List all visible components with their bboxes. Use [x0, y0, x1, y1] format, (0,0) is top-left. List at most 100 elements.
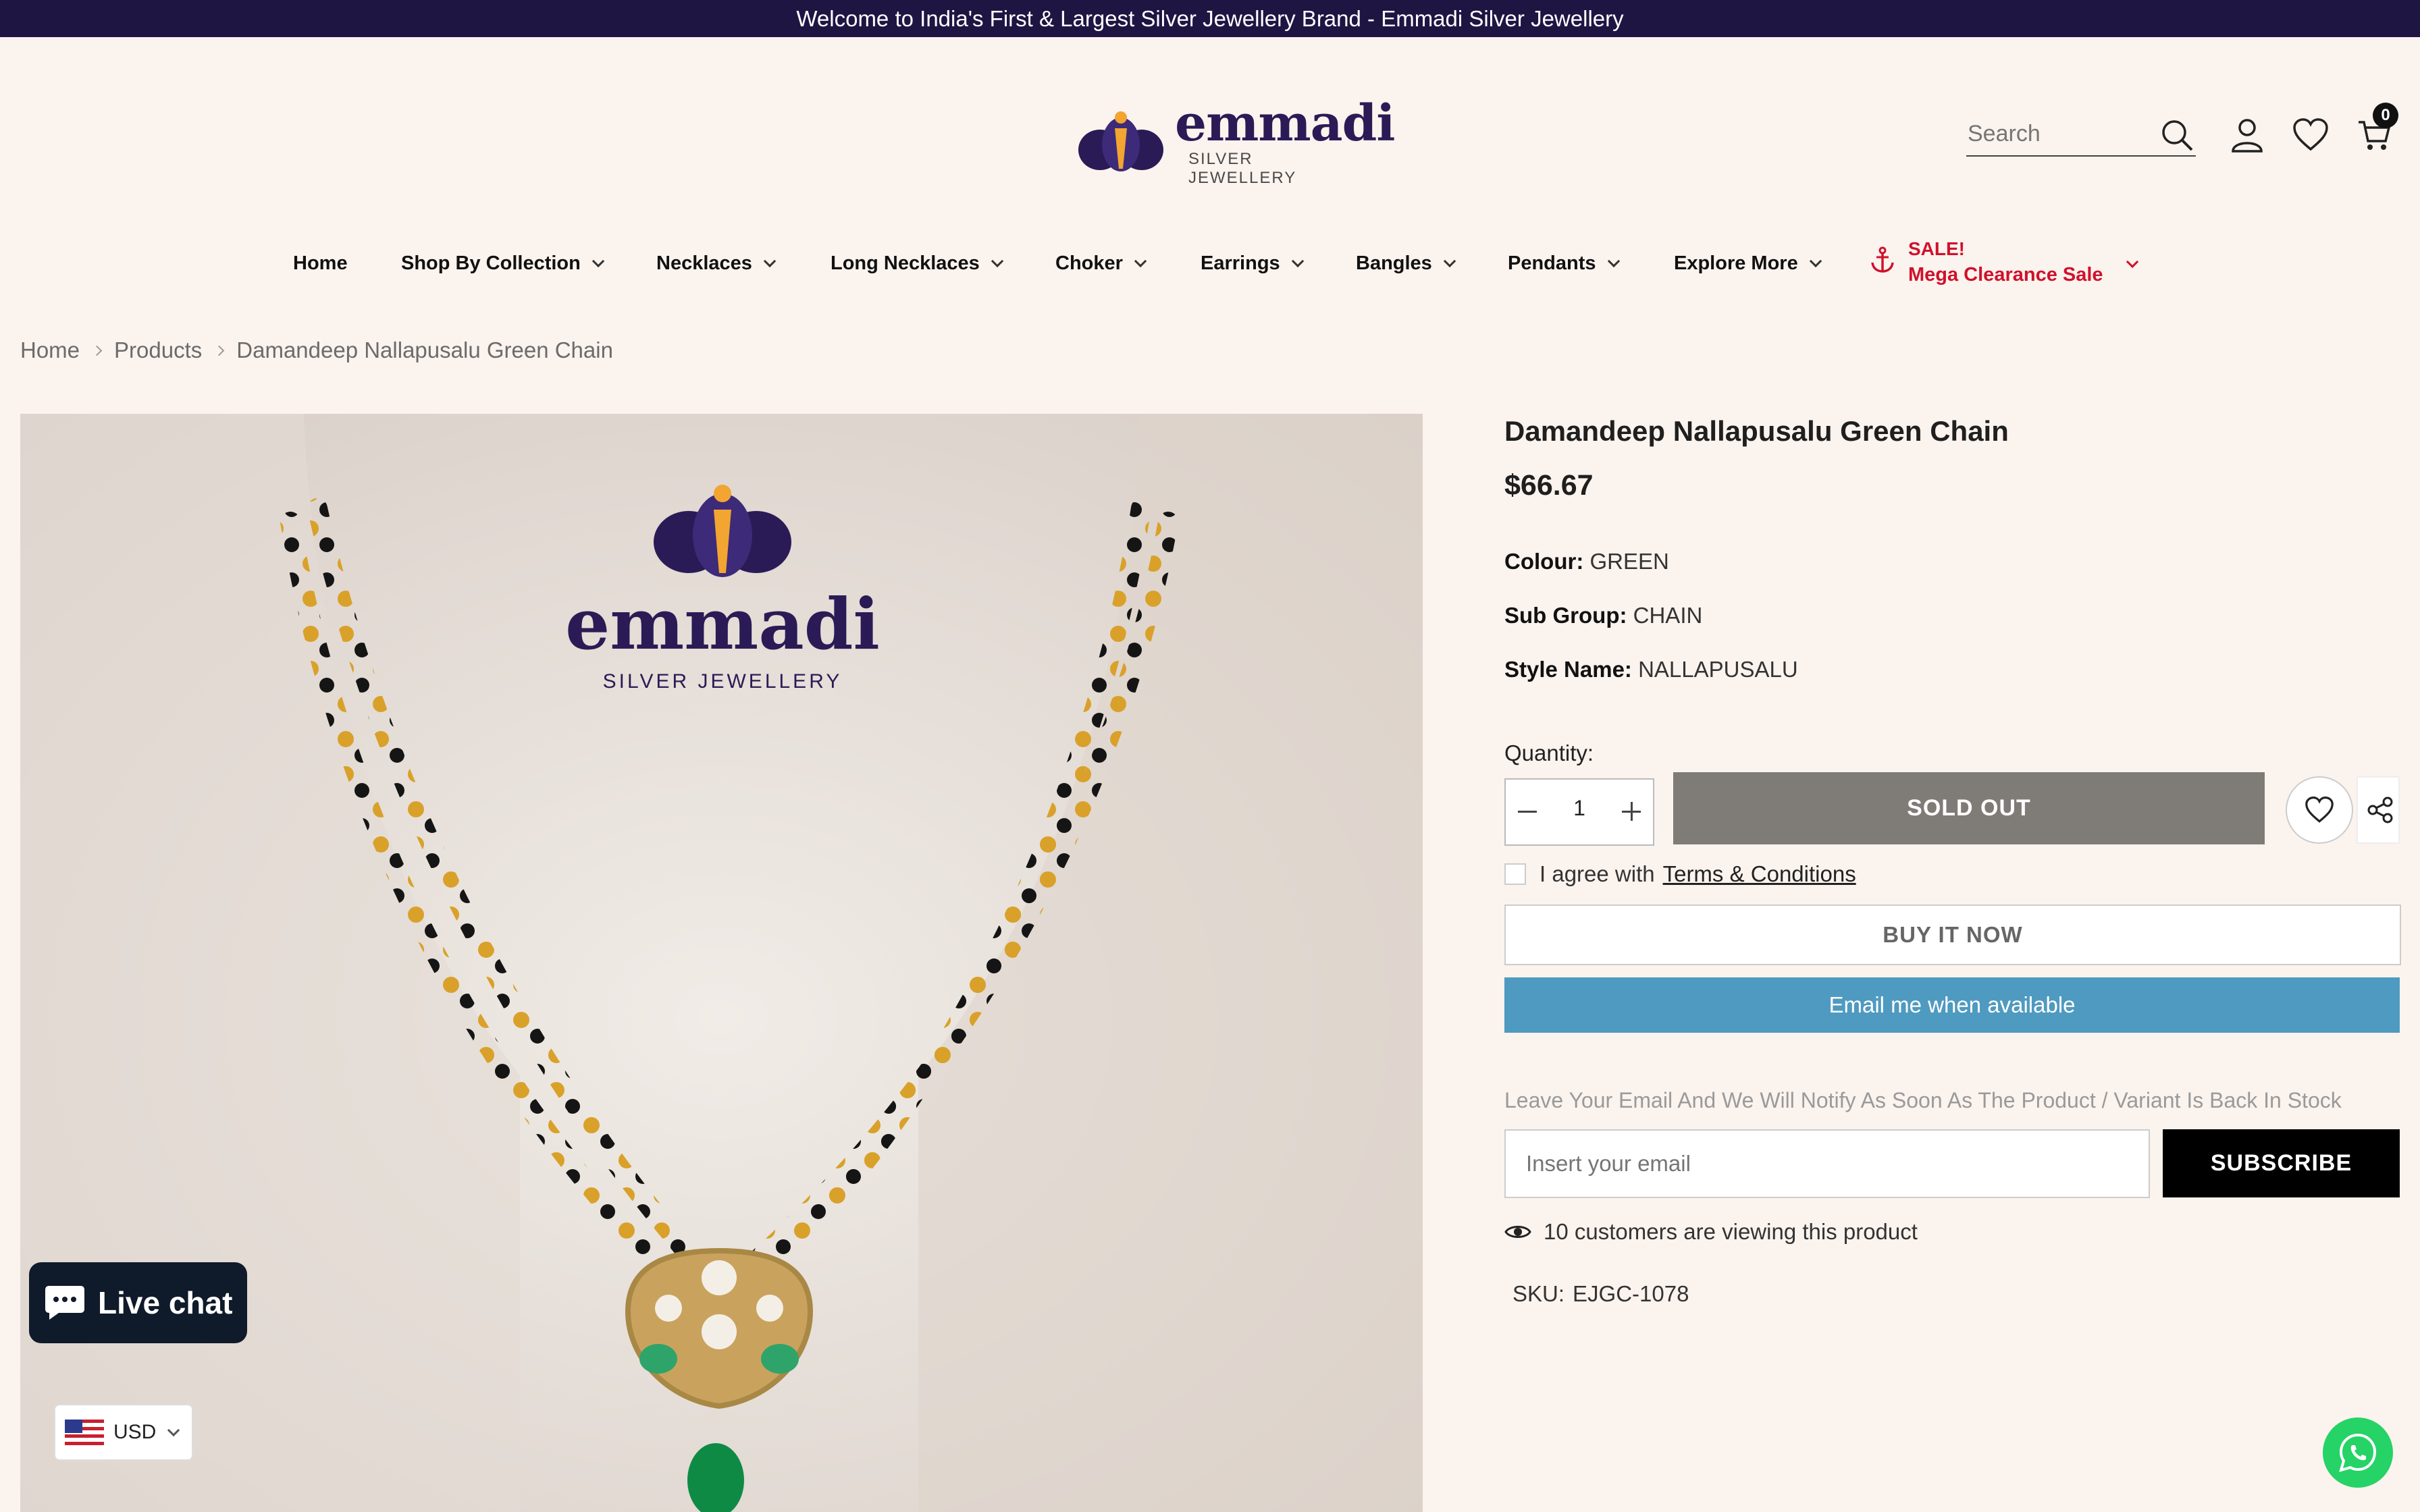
anchor-icon — [1871, 246, 1894, 273]
lotus-logo-icon — [654, 485, 791, 577]
account-button[interactable] — [2227, 115, 2267, 155]
live-chat-button[interactable]: Live chat — [29, 1262, 247, 1343]
breadcrumb-home[interactable]: Home — [20, 338, 80, 363]
chevron-down-icon — [1809, 254, 1822, 267]
decrease-quantity-button[interactable] — [1518, 811, 1537, 813]
nav-item-shop-by-collection[interactable]: Shop By Collection — [401, 240, 605, 287]
live-chat-label: Live chat — [98, 1285, 233, 1320]
cart-count-badge: 0 — [2373, 103, 2398, 128]
watermark-tagline: SILVER JEWELLERY — [602, 670, 843, 693]
nav-item-explore-more[interactable]: Explore More — [1674, 240, 1822, 287]
quantity-stepper: 1 — [1504, 778, 1654, 846]
chevron-down-icon — [167, 1424, 180, 1436]
breadcrumb: Home Products Damandeep Nallapusalu Gree… — [20, 338, 613, 363]
terms-agreement: I agree with Terms & Conditions — [1504, 861, 1856, 888]
email-input[interactable] — [1506, 1131, 2149, 1197]
attribute-sub-group: Sub Group: CHAIN — [1504, 603, 1702, 628]
chevron-down-icon — [1443, 254, 1456, 267]
brand-tagline: SILVER JEWELLERY — [1188, 150, 1297, 187]
search-input[interactable] — [1966, 117, 2151, 150]
chevron-right-icon — [91, 345, 103, 356]
breadcrumb-products[interactable]: Products — [114, 338, 202, 363]
nav-item-label: Home — [293, 252, 348, 274]
chevron-down-icon — [1291, 254, 1304, 267]
share-icon — [2367, 796, 2393, 824]
breadcrumb-current: Damandeep Nallapusalu Green Chain — [236, 338, 613, 362]
chevron-down-icon — [1607, 254, 1620, 267]
add-to-wishlist-button[interactable] — [2286, 776, 2353, 844]
nav-item-label: Explore More — [1674, 252, 1798, 274]
nav-item-label: Necklaces — [656, 252, 752, 274]
nav-item-home[interactable]: Home — [293, 240, 348, 287]
attribute-value: GREEN — [1589, 549, 1669, 574]
chevron-down-icon — [591, 254, 605, 267]
product-image[interactable]: emmadi SILVER JEWELLERY — [20, 414, 1423, 1512]
search-icon[interactable] — [2161, 119, 2194, 153]
chevron-down-icon — [2126, 255, 2139, 269]
announcement-text: Welcome to India's First & Largest Silve… — [796, 6, 1624, 31]
agree-text: I agree with — [1540, 861, 1655, 886]
heart-icon — [2305, 796, 2334, 823]
viewers-notice: 10 customers are viewing this product — [1504, 1219, 1918, 1245]
brand-name: emmadi — [1175, 94, 1395, 153]
email-field[interactable] — [1504, 1129, 2150, 1198]
nav-item-choker[interactable]: Choker — [1055, 240, 1147, 287]
nav-item-pendants[interactable]: Pendants — [1508, 240, 1620, 287]
back-in-stock-message: Leave Your Email And We Will Notify As S… — [1504, 1088, 2342, 1112]
eye-icon — [1504, 1226, 1531, 1238]
sale-sublabel: Mega Clearance Sale — [1908, 264, 2103, 286]
terms-link[interactable]: Terms & Conditions — [1663, 861, 1856, 887]
attribute-style-name: Style Name: NALLAPUSALU — [1504, 657, 1798, 682]
chevron-down-icon — [763, 254, 777, 267]
sold-out-button[interactable]: SOLD OUT — [1673, 772, 2265, 844]
product-sku: SKU: EJGC-1078 — [1504, 1281, 1689, 1307]
nav-item-label: Choker — [1055, 252, 1123, 274]
nav-item-long-necklaces[interactable]: Long Necklaces — [831, 240, 1004, 287]
attribute-label: Style Name: — [1504, 657, 1632, 682]
announcement-bar: Welcome to India's First & Largest Silve… — [0, 0, 2420, 37]
terms-checkbox[interactable] — [1504, 863, 1526, 885]
heart-icon — [2293, 118, 2328, 151]
whatsapp-button[interactable] — [2323, 1418, 2393, 1488]
plus-icon — [1631, 802, 1633, 821]
subscribe-button[interactable]: SUBSCRIBE — [2163, 1129, 2400, 1197]
search-bar[interactable] — [1966, 113, 2196, 157]
attribute-value: CHAIN — [1633, 603, 1703, 628]
attribute-label: Colour: — [1504, 549, 1584, 574]
chevron-right-icon — [213, 345, 225, 356]
attribute-value: NALLAPUSALU — [1638, 657, 1798, 682]
nav-item-label: Earrings — [1201, 252, 1280, 274]
nav-item-label: Shop By Collection — [401, 252, 581, 274]
user-icon — [2232, 119, 2263, 153]
nav-item-necklaces[interactable]: Necklaces — [656, 240, 777, 287]
product-title: Damandeep Nallapusalu Green Chain — [1504, 415, 2009, 447]
site-logo[interactable]: emmadi SILVER JEWELLERY — [1077, 94, 1395, 187]
share-button[interactable] — [2357, 776, 2400, 844]
us-flag-icon — [65, 1420, 104, 1445]
attribute-label: Sub Group: — [1504, 603, 1627, 628]
email-when-available-button[interactable]: Email me when available — [1504, 977, 2400, 1033]
nav-item-label: Pendants — [1508, 252, 1596, 274]
nav-item-label: Bangles — [1356, 252, 1432, 274]
chevron-down-icon — [991, 254, 1004, 267]
sale-label: SALE! — [1908, 238, 1965, 259]
lotus-logo-icon — [1078, 111, 1163, 171]
sku-value: EJGC-1078 — [1573, 1281, 1689, 1306]
nav-item-bangles[interactable]: Bangles — [1356, 240, 1456, 287]
sku-label: SKU: — [1512, 1281, 1565, 1306]
chat-bubble-icon — [45, 1286, 84, 1320]
image-watermark-logo: emmadi SILVER JEWELLERY — [547, 468, 898, 697]
watermark-brand: emmadi — [565, 583, 880, 666]
wishlist-button[interactable] — [2290, 115, 2331, 155]
chevron-down-icon — [1134, 254, 1147, 267]
quantity-input[interactable]: 1 — [1553, 796, 1606, 821]
currency-selector[interactable]: USD — [54, 1404, 193, 1461]
quantity-label: Quantity: — [1504, 740, 1594, 765]
product-price: $66.67 — [1504, 469, 1594, 502]
nav-item-earrings[interactable]: Earrings — [1201, 240, 1304, 287]
currency-code: USD — [113, 1421, 157, 1443]
viewers-text: 10 customers are viewing this product — [1544, 1219, 1918, 1244]
main-navigation: Home Shop By Collection Necklaces Long N… — [0, 238, 2420, 287]
buy-it-now-button[interactable]: BUY IT NOW — [1504, 905, 2401, 965]
whatsapp-icon — [2339, 1433, 2377, 1472]
